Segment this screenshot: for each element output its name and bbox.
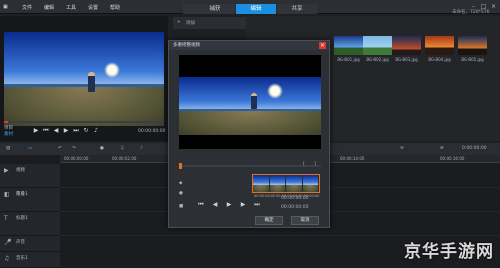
library-thumb-label: BG-B04.jpg <box>428 57 451 62</box>
track-header-video[interactable]: ▶ 视频 <box>0 164 60 188</box>
redo-icon[interactable]: ↷ <box>72 146 76 151</box>
film-frame[interactable] <box>253 175 270 192</box>
record-icon[interactable]: ● <box>100 146 104 151</box>
ok-button[interactable]: 确定 <box>255 216 283 225</box>
preview-video <box>4 32 164 126</box>
play-icon[interactable]: ▶ <box>32 127 40 135</box>
mark-out-icon[interactable]: ] <box>314 162 316 167</box>
track-header-title[interactable]: T 标题1 <box>0 212 60 236</box>
zoom-in-icon[interactable]: ⊕ <box>440 146 444 151</box>
menu-help[interactable]: 帮助 <box>110 4 120 11</box>
library-thumb-label: BG-B05.jpg <box>461 57 484 62</box>
cancel-button[interactable]: 取消 <box>291 216 319 225</box>
jog-icon[interactable]: ● <box>179 191 183 196</box>
tab-edit[interactable]: 编辑 <box>236 4 276 14</box>
track-header-voice[interactable]: 🎤 声音 <box>0 236 60 252</box>
menu-bar: ▣ 文件 编辑 工具 设置 帮助 ⌂ 捕获 编辑 共享 – □ × <box>0 0 500 14</box>
title-track-icon: T <box>4 215 8 222</box>
dialog-start-icon[interactable]: ⏮ <box>197 201 205 209</box>
multi-trim-dialog: 多重修整视频 × [ ] ◆ ● ■ ⏮ ◀ ▶ ▶ ⏭ 00:00:00:00… <box>168 40 330 228</box>
film-label: 00:00:00:00 <box>276 194 298 198</box>
film-frame[interactable] <box>302 175 319 192</box>
library-thumb-2[interactable] <box>363 36 392 55</box>
next-frame-icon[interactable]: ▶ <box>62 127 70 135</box>
dialog-next-icon[interactable]: ▶ <box>239 201 247 209</box>
storyboard-view-icon[interactable]: ▤ <box>6 146 10 151</box>
ruler-tick: 00:00:14:00 <box>340 156 365 161</box>
mixer-icon[interactable]: ♫ <box>120 146 124 151</box>
dialog-title: 多重修整视频 <box>169 41 329 50</box>
prev-frame-icon[interactable]: ◀ <box>52 127 60 135</box>
dialog-timecode-2[interactable]: 00:00:00:00 <box>281 205 308 210</box>
add-label[interactable]: 添加 <box>186 20 195 26</box>
film-label: 00:00:00:00 <box>254 194 276 198</box>
library-thumb-label: BG-B03.jpg <box>395 57 418 62</box>
track-name: 视频 <box>16 168 25 173</box>
preview-scrubber[interactable] <box>4 121 164 123</box>
timeline-timecode: 0:00:00:00 <box>462 146 487 151</box>
dialog-preview-frame <box>179 55 321 149</box>
dialog-end-icon[interactable]: ⏭ <box>253 201 261 209</box>
overlay-track-icon: ◧ <box>4 191 10 198</box>
mark-in-icon[interactable]: [ <box>303 162 305 167</box>
home-start-icon[interactable]: ⏮ <box>42 127 50 135</box>
dialog-scrubber[interactable] <box>179 163 321 169</box>
undo-icon[interactable]: ↶ <box>58 146 62 151</box>
ruler-tick: 00:00:00:00 <box>64 156 89 161</box>
preview-timecode[interactable]: 00:00:00:00 <box>138 129 165 134</box>
repeat-icon[interactable]: ↻ <box>82 127 90 135</box>
menu-settings[interactable]: 设置 <box>88 4 98 11</box>
trim-filmstrip[interactable] <box>252 174 320 193</box>
menu-file[interactable]: 文件 <box>22 4 32 11</box>
zoom-out-icon[interactable]: ⊖ <box>400 146 404 151</box>
library-thumb-4[interactable] <box>425 36 454 55</box>
track-name: 音乐1 <box>16 256 28 261</box>
dialog-close-icon[interactable]: × <box>319 42 326 49</box>
voice-track-icon: 🎤 <box>4 239 12 246</box>
volume-icon[interactable]: ♪ <box>92 127 100 135</box>
speed-icon[interactable]: ◆ <box>179 181 182 186</box>
mode-clip-label[interactable]: 素材 <box>4 131 13 137</box>
trim-marker-icon[interactable] <box>179 163 182 169</box>
stop-icon[interactable]: ■ <box>179 204 183 209</box>
film-frame[interactable] <box>286 175 303 192</box>
end-icon[interactable]: ⏭ <box>72 127 80 135</box>
tab-capture[interactable]: 捕获 <box>195 4 235 14</box>
dialog-preview-video <box>179 77 321 135</box>
add-folder-button[interactable]: + <box>177 20 181 25</box>
menu-edit[interactable]: 编辑 <box>44 4 54 11</box>
track-name: 覆叠1 <box>16 192 28 197</box>
dialog-prev-icon[interactable]: ◀ <box>211 201 219 209</box>
video-track-icon: ▶ <box>4 167 9 174</box>
track-header-music[interactable]: ♫ 音乐1 <box>0 252 60 268</box>
auto-music-icon[interactable]: ♪ <box>140 146 143 151</box>
library-thumb-3[interactable] <box>392 36 421 55</box>
tab-share[interactable]: 共享 <box>277 4 317 14</box>
app-logo-icon: ▣ <box>3 4 8 10</box>
track-header-overlay[interactable]: ◧ 覆叠1 <box>0 188 60 212</box>
film-frame[interactable] <box>269 175 286 192</box>
library-thumb-1[interactable] <box>334 36 363 55</box>
project-status: 未命名，720*576 <box>452 10 490 15</box>
ruler-tick: 00:00:16:00 <box>440 156 465 161</box>
library-thumb-label: BG-B02.jpg <box>366 57 389 62</box>
close-icon[interactable]: × <box>490 3 497 10</box>
music-track-icon: ♫ <box>4 255 10 262</box>
library-thumb-5[interactable] <box>458 36 487 55</box>
ruler-tick: 00:00:02:00 <box>112 156 137 161</box>
film-label: 00:00:00:00 <box>298 194 320 198</box>
menu-tools[interactable]: 工具 <box>66 4 76 11</box>
site-watermark: 京华手游网 <box>404 242 494 262</box>
track-name: 声音 <box>16 240 25 245</box>
track-name: 标题1 <box>16 216 28 221</box>
library-thumb-label: BG-B01.jpg <box>337 57 360 62</box>
timeline-view-icon[interactable]: ▭ <box>28 146 32 151</box>
dialog-play-icon[interactable]: ▶ <box>225 201 233 209</box>
